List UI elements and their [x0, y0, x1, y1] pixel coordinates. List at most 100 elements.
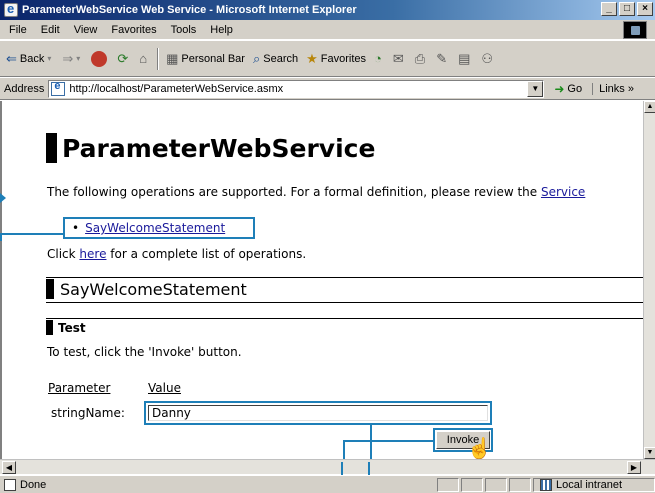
operation-link[interactable]: SayWelcomeStatement — [85, 221, 225, 235]
status-left: Done — [0, 478, 437, 491]
click-prefix: Click — [47, 247, 80, 261]
dropdown-arrow-icon: ▾ — [47, 54, 52, 63]
go-button[interactable]: ➜ Go — [554, 82, 582, 96]
favorites-button[interactable]: ★ Favorites — [302, 47, 370, 71]
menu-favorites[interactable]: Favorites — [104, 24, 163, 36]
scroll-right-button[interactable]: ▶ — [627, 461, 641, 474]
intro-sentence: The following operations are supported. … — [47, 185, 541, 199]
back-arrow-icon: ⇐ — [6, 50, 17, 66]
test-instruction: To test, click the 'Invoke' button. — [47, 345, 242, 359]
forward-arrow-icon: ⇒ — [62, 50, 74, 66]
title-bar: ParameterWebService Web Service - Micros… — [0, 0, 655, 20]
address-input[interactable]: http://localhost/ParameterWebService.asm… — [48, 79, 545, 98]
page-title-text: ParameterWebService — [62, 133, 376, 163]
window-title: ParameterWebService Web Service - Micros… — [22, 4, 357, 16]
search-icon: ⌕ — [252, 50, 261, 66]
status-cell — [509, 477, 531, 492]
refresh-button[interactable]: ⟳ — [113, 47, 135, 71]
menu-view[interactable]: View — [67, 24, 105, 36]
ie-icon — [4, 1, 18, 17]
invoke-callout-drop — [343, 440, 345, 459]
maximize-button[interactable]: □ — [619, 2, 635, 16]
here-link[interactable]: here — [79, 247, 106, 261]
messenger-button[interactable]: ⚇ — [477, 47, 500, 71]
page-viewport: ParameterWebService The following operat… — [0, 101, 643, 459]
history-icon: ◔ — [374, 51, 382, 66]
invoke-callout-line — [343, 440, 433, 442]
discuss-icon: ▤ — [458, 50, 471, 66]
minimize-button[interactable]: _ — [601, 2, 617, 16]
personal-bar-button[interactable]: ▦ Personal Bar — [162, 47, 249, 71]
edit-icon: ✎ — [436, 50, 448, 66]
print-button[interactable]: ⎙ — [411, 47, 432, 71]
dropdown-arrow-icon: ▾ — [76, 54, 81, 63]
go-label: Go — [567, 82, 583, 95]
home-button[interactable]: ⌂ — [135, 47, 154, 71]
menu-file[interactable]: File — [2, 24, 34, 36]
stop-icon — [91, 50, 108, 67]
string-name-input[interactable] — [148, 405, 488, 421]
test-heading-marker — [46, 320, 53, 335]
parameter-column-header: Parameter — [48, 381, 111, 395]
mail-button[interactable]: ✉ — [389, 47, 411, 71]
browser-window: ParameterWebService Web Service - Micros… — [0, 0, 655, 493]
window-controls: _ □ × — [601, 2, 653, 16]
page-title: ParameterWebService — [46, 133, 375, 163]
search-label: Search — [263, 52, 299, 65]
stop-button[interactable] — [87, 47, 113, 71]
parameter-input-highlight — [144, 401, 492, 425]
edit-button[interactable]: ✎ — [432, 47, 454, 71]
back-button[interactable]: ⇐ Back ▾ — [2, 47, 58, 71]
title-bar-marker — [46, 133, 57, 163]
back-label: Back — [19, 52, 45, 65]
favorites-icon: ★ — [306, 50, 318, 66]
address-label: Address — [4, 82, 45, 95]
bullet-icon: • — [72, 221, 80, 235]
hand-cursor-icon: ☝ — [467, 438, 492, 459]
operation-heading-text: SayWelcomeStatement — [60, 279, 247, 299]
operation-callout-line — [2, 233, 63, 235]
windows-logo-icon — [623, 21, 647, 39]
go-arrow-icon: ➜ — [554, 81, 565, 96]
search-button[interactable]: ⌕ Search — [249, 47, 302, 71]
page-icon — [51, 80, 66, 96]
status-text: Done — [20, 478, 47, 491]
operation-list-item: • SayWelcomeStatement — [72, 221, 225, 235]
close-button[interactable]: × — [637, 2, 653, 16]
menu-bar: File Edit View Favorites Tools Help — [0, 20, 655, 40]
address-bar: Address http://localhost/ParameterWebSer… — [0, 78, 655, 100]
mail-icon: ✉ — [392, 50, 404, 66]
page-done-icon — [4, 478, 16, 491]
discuss-button[interactable]: ▤ — [454, 47, 477, 71]
standard-toolbar: ⇐ Back ▾ ⇒ ▾ ⟳ ⌂ ▦ Personal Bar ⌕ Search… — [0, 41, 655, 77]
status-cell — [485, 477, 507, 492]
scroll-left-button[interactable]: ◀ — [2, 461, 16, 474]
home-icon: ⌂ — [139, 51, 148, 66]
zone-text: Local intranet — [556, 478, 623, 491]
refresh-icon: ⟳ — [117, 50, 129, 66]
operations-text: Click here for a complete list of operat… — [47, 247, 306, 261]
section-divider — [46, 302, 643, 303]
parameter-name-label: stringName: — [51, 406, 125, 420]
scroll-down-button[interactable]: ▼ — [644, 447, 655, 459]
menu-help[interactable]: Help — [203, 24, 240, 36]
horizontal-scrollbar[interactable]: ◀ ▶ — [0, 459, 655, 474]
address-dropdown-button[interactable]: ▼ — [527, 80, 544, 97]
chevron-right-icon: » — [627, 82, 634, 95]
history-button[interactable]: ◔ — [370, 47, 389, 71]
section-divider — [46, 277, 643, 278]
service-description-link[interactable]: Service — [541, 185, 585, 199]
menu-tools[interactable]: Tools — [164, 24, 204, 36]
callout-vertical-line — [0, 233, 2, 241]
status-cell — [461, 477, 483, 492]
menu-edit[interactable]: Edit — [34, 24, 67, 36]
links-button[interactable]: Links » — [592, 82, 634, 95]
links-label: Links — [599, 82, 625, 95]
operation-heading: SayWelcomeStatement — [46, 279, 643, 299]
intranet-icon — [540, 478, 552, 491]
toolbar-separator — [157, 47, 160, 70]
forward-button[interactable]: ⇒ ▾ — [58, 47, 87, 71]
vertical-scrollbar[interactable]: ▲ ▼ — [643, 101, 655, 459]
personal-bar-icon: ▦ — [166, 50, 179, 66]
scroll-up-button[interactable]: ▲ — [644, 101, 655, 113]
